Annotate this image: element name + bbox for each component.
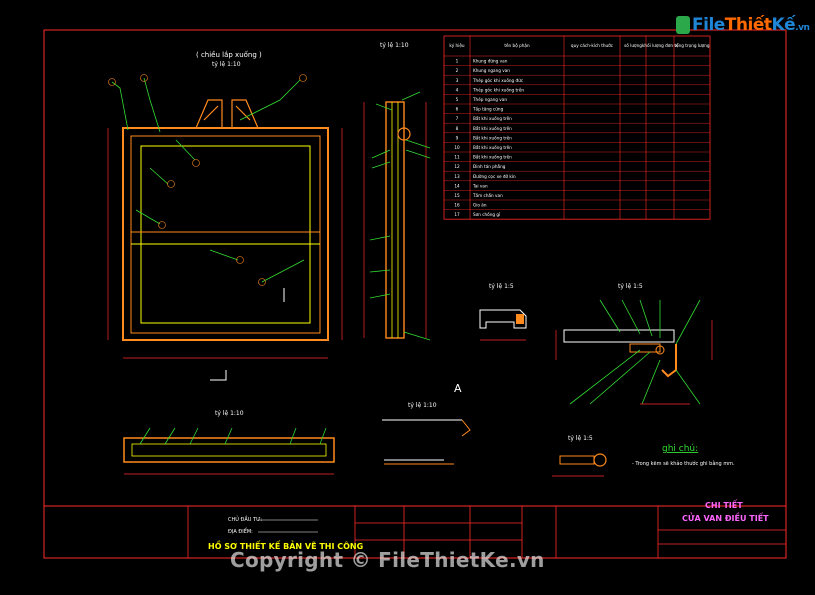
table-cell: 10 [454,145,460,150]
table-cell: 14 [454,183,460,188]
table-cell: Sơn chống gỉ [473,212,501,217]
hook-scale: tỷ lệ 1:5 [568,435,593,442]
detail-right: tỷ lệ 1:5 [555,283,713,405]
drawing-title-1: CHI TIẾT [705,498,743,510]
brand-file: File [692,15,725,35]
front-elevation: ( chiều lắp xuống ) tỷ lệ 1:10 [107,50,343,381]
notes-line1: - Trong kẽm sẽ khảo thước ghi bằng mm. [632,460,735,467]
table-cell: Tấp tăng cứng [472,107,504,112]
table-cell: 5 [456,97,459,102]
detail-small: tỷ lệ 1:5 [479,283,527,341]
detail-a1-scale: tỷ lệ 1:5 [489,283,514,290]
hook-detail: tỷ lệ 1:5 [552,435,607,477]
front-tags [108,74,307,286]
table-cell: Khung ngang van [473,68,510,73]
table-cell: Thép góc khi xuống trên [472,87,524,92]
table-cell: Gio ăn [473,203,487,208]
table-cell: 8 [456,126,459,131]
side-scale: tỷ lệ 1:10 [380,42,409,49]
table-cell: 1 [456,59,459,64]
outer-frame [122,127,329,341]
table-cell: Bắt khi xuống trên [473,135,512,140]
brand-vn: .vn [795,23,810,33]
table-cell: 6 [456,107,459,112]
section-scale: tỷ lệ 1:10 [408,402,437,409]
drawing-canvas: ( chiều lắp xuống ) tỷ lệ 1:10 tỷ lệ 1:1… [43,29,787,559]
front-caption: ( chiều lắp xuống ) [196,50,262,59]
material-table: ký hiệu tên bộ phận quy cách-kích thước số … [443,35,711,220]
lifting-lugs [195,99,259,129]
brand-logo: FileThiếtKế.vn [676,12,810,42]
sheet-border [43,29,787,559]
brand-thiet: Thiết [724,15,772,35]
section-mark: A [454,382,462,395]
table-header-cell: ký hiệu [449,43,464,48]
front-scale: tỷ lệ 1:10 [212,61,241,68]
title-line-a: CHỦ ĐẦU TƯ: [228,515,262,523]
cad-drawing-viewport: ( chiều lắp xuống ) tỷ lệ 1:10 tỷ lệ 1:1… [0,0,815,591]
notes-block: ghi chú: - Trong kẽm sẽ khảo thước ghi b… [632,444,735,467]
table-cell: 7 [456,116,459,121]
table-cell: Thép ngang van [472,97,507,102]
table-cell: Bắt khi xuống trên [473,126,512,131]
table-cell: 13 [454,174,460,179]
table-cell: Đường cọc xe đỡ kín [473,174,516,179]
table-cell: Bắt khi xuống trên [473,116,512,121]
table-cell: Khung đứng van [473,59,508,64]
table-header-cell: khối lượng đơn vị [642,43,678,48]
table-header-cell: tổng trọng lượng [674,43,709,48]
copyright-watermark: Copyright © FileThietKe.vn [230,548,545,572]
panel-opening [140,145,311,324]
table-cell: 4 [456,87,459,92]
brand-ke: Kế [771,15,796,35]
table-cell: Thép góc khi xuống đức [472,78,524,83]
table-cell: Tấm chắn van [472,193,503,198]
notes-title: ghi chú: [662,444,698,454]
table-cell: 9 [456,135,459,140]
side-body [385,101,405,339]
table-cell: 12 [454,164,460,169]
detail-a2-scale: tỷ lệ 1:5 [618,283,643,290]
table-cell: 15 [454,193,460,198]
section-view: tỷ lệ 1:10 [382,402,471,465]
table-cell: 16 [454,203,460,208]
brand-icon [676,16,690,34]
side-section: tỷ lệ 1:10 [363,42,431,341]
table-cell: 3 [456,78,459,83]
drawing-title-2: CỬA VAN ĐIỀU TIẾT [682,511,769,523]
table-cell: Bắt khi xuống trên [473,155,512,160]
title-line-b: ĐỊA ĐIỂM: [228,527,253,535]
table-cell: Bắt khi xuống trên [473,145,512,150]
table-cell: Tai van [472,183,488,188]
table-cell: Đinh tán phẳng [473,164,506,169]
bottom-view: tỷ lệ 1:10 [123,410,335,475]
table-header-cell: quy cách-kích thước [571,43,614,48]
table-cell: 17 [454,212,460,217]
table-cell: 2 [456,68,459,73]
table-cell: 11 [454,155,460,160]
table-header-cell: số lượng [624,43,642,48]
table-header-cell: tên bộ phận [504,43,530,48]
bottom-scale: tỷ lệ 1:10 [215,410,244,417]
inner-frame [130,135,321,334]
cut-mark-a [210,370,227,381]
